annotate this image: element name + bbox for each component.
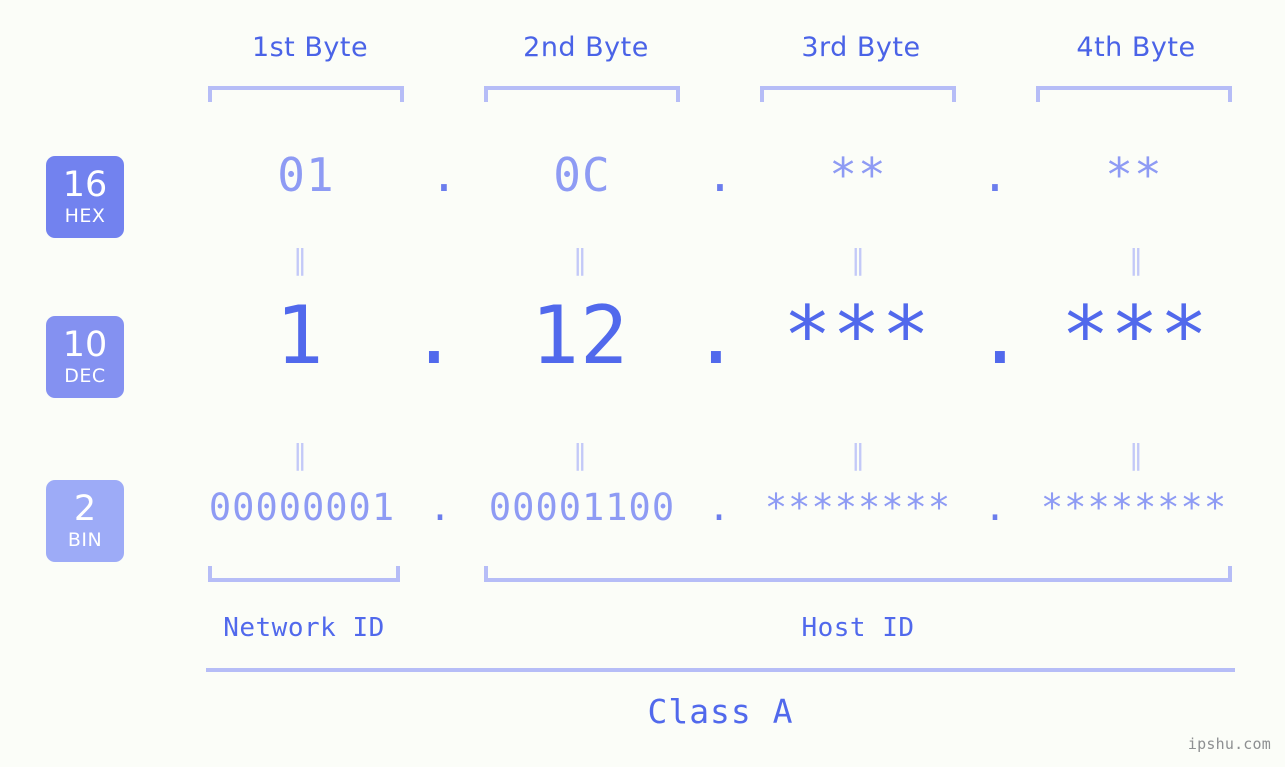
dec-byte-2: 12 [530,289,630,382]
bin-byte-3: ******** [764,486,952,529]
host-id-bracket [484,566,1232,582]
base-badge-dec: 10 DEC [46,316,124,398]
base-badge-hex-number: 16 [62,165,108,205]
network-id-bracket [208,566,400,582]
equality-separator-2-4: ‖ [1129,438,1143,471]
byte-header-2: 2nd Byte [523,32,649,63]
dec-dot-3: . [975,289,1025,382]
watermark: ipshu.com [1187,735,1271,753]
dec-byte-1: 1 [275,289,325,382]
hex-dot-2: . [706,148,734,202]
base-badge-bin-name: BIN [67,529,103,551]
byte-bracket-1 [208,86,404,102]
class-label: Class A [647,692,794,731]
bin-byte-2: 00001100 [488,486,676,529]
network-id-label: Network ID [223,613,385,643]
base-badge-hex: 16 HEX [46,156,124,238]
bin-dot-1: . [428,486,452,529]
base-badge-dec-number: 10 [62,325,108,365]
class-bracket [206,668,1235,672]
dec-dot-2: . [691,289,741,382]
base-badge-hex-name: HEX [64,205,106,227]
bin-dot-2: . [707,486,731,529]
byte-header-3: 3rd Byte [801,32,921,63]
bin-dot-3: . [983,486,1007,529]
dec-dot-1: . [409,289,459,382]
hex-byte-2: 0C [553,148,611,202]
base-badge-bin-number: 2 [73,489,97,529]
base-badge-dec-name: DEC [64,365,106,387]
equality-separator-2-3: ‖ [851,438,865,471]
hex-byte-4: ** [1105,148,1163,202]
equality-separator-1-1: ‖ [293,243,307,276]
equality-separator-1-2: ‖ [573,243,587,276]
equality-separator-2-1: ‖ [293,438,307,471]
hex-dot-1: . [430,148,458,202]
equality-separator-1-3: ‖ [851,243,865,276]
byte-bracket-2 [484,86,680,102]
byte-header-4: 4th Byte [1076,32,1196,63]
dec-byte-4: *** [1061,289,1209,382]
equality-separator-2-2: ‖ [573,438,587,471]
ip-class-diagram: 1st Byte 2nd Byte 3rd Byte 4th Byte 16 H… [0,0,1285,767]
hex-dot-3: . [981,148,1009,202]
host-id-label: Host ID [801,613,915,643]
hex-byte-1: 01 [277,148,335,202]
dec-byte-3: *** [783,289,931,382]
byte-header-1: 1st Byte [251,32,369,63]
byte-bracket-3 [760,86,956,102]
byte-bracket-4 [1036,86,1232,102]
base-badge-bin: 2 BIN [46,480,124,562]
bin-byte-1: 00000001 [208,486,396,529]
bin-byte-4: ******** [1040,486,1228,529]
hex-byte-3: ** [829,148,887,202]
equality-separator-1-4: ‖ [1129,243,1143,276]
